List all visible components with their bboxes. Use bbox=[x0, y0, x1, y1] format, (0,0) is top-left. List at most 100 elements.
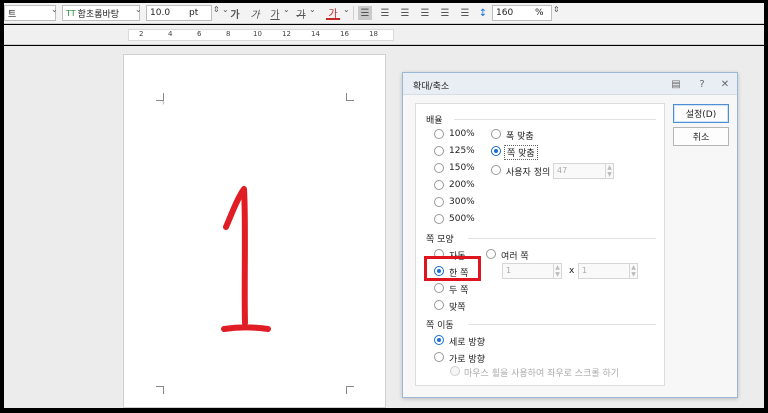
help-icon[interactable]: ? bbox=[695, 77, 709, 91]
align-distribute-icon[interactable]: ☰ bbox=[438, 6, 452, 20]
zoom-500-radio[interactable] bbox=[434, 214, 444, 224]
fit-width-radio[interactable] bbox=[491, 129, 501, 139]
dialog-titlebar: 확대/축소 ▤ ? ✕ bbox=[403, 73, 737, 95]
line-spacing-unit: % bbox=[535, 8, 544, 18]
toolbar-divider bbox=[353, 6, 354, 20]
crop-mark bbox=[156, 386, 164, 394]
move-vertical-radio[interactable] bbox=[434, 335, 444, 345]
wheel-scroll-label: 마우스 휠을 사용하여 좌우로 스크롤 하기 bbox=[464, 369, 620, 379]
close-icon[interactable]: ✕ bbox=[718, 77, 732, 91]
custom-zoom-radio[interactable] bbox=[491, 165, 501, 175]
zoom-300-radio[interactable] bbox=[434, 197, 444, 207]
zoom-125-label: 125% bbox=[449, 146, 475, 156]
style-select-value: 트 bbox=[8, 9, 17, 20]
multi-cols-input[interactable]: 1 ▲ ▼ bbox=[578, 263, 638, 279]
ruler-number: 14 bbox=[311, 30, 320, 38]
line-spacing-icon: ↕ bbox=[478, 7, 488, 19]
font-size-unit: pt bbox=[189, 8, 199, 18]
chevron-down-icon[interactable]: ⌄ bbox=[51, 5, 58, 14]
dialog-title: 확대/축소 bbox=[413, 82, 450, 92]
font-size-input[interactable]: 10.0 pt bbox=[146, 5, 212, 21]
italic-button[interactable]: 가 bbox=[248, 6, 262, 21]
strikethrough-button[interactable]: 가 bbox=[294, 6, 308, 21]
page-two-radio[interactable] bbox=[434, 283, 444, 293]
zoom-300-label: 300% bbox=[449, 197, 475, 207]
line-spacing-value: 160 bbox=[496, 8, 514, 18]
multi-times-label: x bbox=[569, 266, 575, 276]
zoom-125-radio[interactable] bbox=[434, 146, 444, 156]
align-left-icon[interactable]: ☰ bbox=[378, 6, 392, 20]
ruler-number: 16 bbox=[340, 30, 349, 38]
spinner-icon[interactable]: ▲ ▼ bbox=[605, 163, 614, 179]
document-page[interactable]: ˀ 1 bbox=[123, 54, 386, 408]
chevron-down-icon[interactable]: ⌄ bbox=[283, 5, 290, 14]
ruler-number: 4 bbox=[168, 30, 173, 38]
multi-rows-value: 1 bbox=[506, 266, 512, 275]
multi-rows-input[interactable]: 1 ▲ ▼ bbox=[502, 263, 562, 279]
ruler-number: 8 bbox=[226, 30, 231, 38]
align-center-icon[interactable]: ☰ bbox=[398, 6, 412, 20]
crop-mark bbox=[346, 93, 354, 101]
page-move-group-label: 쪽 이동 bbox=[426, 321, 454, 331]
align-divide-icon[interactable]: ☰ bbox=[458, 6, 472, 20]
align-justify-icon[interactable]: ☰ bbox=[358, 6, 372, 20]
custom-zoom-label: 사용자 정의 bbox=[506, 168, 551, 178]
group-divider bbox=[468, 238, 656, 239]
ok-button[interactable]: 설정(D) bbox=[673, 104, 729, 123]
fit-page-radio[interactable] bbox=[491, 146, 501, 156]
page-two-label: 두 쪽 bbox=[449, 286, 469, 296]
zoom-200-label: 200% bbox=[449, 180, 475, 190]
zoom-200-radio[interactable] bbox=[434, 180, 444, 190]
cancel-button[interactable]: 취소 bbox=[673, 127, 729, 146]
horizontal-ruler: 2 4 6 8 10 12 14 16 18 bbox=[4, 25, 764, 45]
font-select-value: 함초롬바탕 bbox=[77, 9, 120, 20]
wheel-scroll-radio[interactable] bbox=[450, 366, 460, 376]
align-right-icon[interactable]: ☰ bbox=[418, 6, 432, 20]
group-divider bbox=[454, 119, 656, 120]
spinner-icon[interactable]: ⇕ bbox=[213, 5, 220, 14]
line-spacing-input[interactable]: 160 % bbox=[492, 5, 552, 21]
multi-cols-value: 1 bbox=[582, 266, 588, 275]
ruler-number: 2 bbox=[139, 30, 144, 38]
chevron-down-icon[interactable]: ⌄ bbox=[135, 5, 142, 14]
chevron-down-icon[interactable]: ⌄ bbox=[343, 5, 350, 14]
zoom-100-label: 100% bbox=[449, 129, 475, 139]
font-size-value: 10.0 bbox=[150, 8, 171, 18]
crop-mark bbox=[156, 93, 164, 101]
font-type-icon: TT bbox=[66, 8, 76, 18]
ruler-number: 18 bbox=[369, 30, 378, 38]
zoom-settings-panel: 배율 100% 125% 150% 200% 300% 500% 폭 맞춤 쪽 … bbox=[415, 103, 665, 386]
ruler-number: 6 bbox=[197, 30, 202, 38]
text-caret: ˀ bbox=[162, 101, 165, 109]
style-select[interactable]: 트 bbox=[4, 5, 56, 21]
underline-button[interactable]: 가 bbox=[268, 6, 282, 21]
zoom-group-label: 배율 bbox=[426, 116, 443, 126]
ruler-number: 12 bbox=[282, 30, 291, 38]
fit-width-label: 폭 맞춤 bbox=[506, 132, 534, 142]
move-horizontal-radio[interactable] bbox=[434, 352, 444, 362]
zoom-500-label: 500% bbox=[449, 214, 475, 224]
ruler-strip: 2 4 6 8 10 12 14 16 18 bbox=[128, 29, 394, 41]
move-horizontal-label: 가로 방향 bbox=[449, 355, 485, 365]
ruler-number: 10 bbox=[253, 30, 262, 38]
spinner-icon[interactable]: ⇕ bbox=[553, 5, 560, 14]
page-facing-label: 맞쪽 bbox=[449, 303, 466, 313]
move-vertical-label: 세로 방향 bbox=[449, 338, 485, 348]
group-divider bbox=[468, 324, 656, 325]
custom-zoom-input[interactable]: 47 ▲ ▼ bbox=[553, 163, 614, 179]
bold-button[interactable]: 가 bbox=[228, 6, 242, 21]
spinner-icon[interactable]: ▲ ▼ bbox=[553, 263, 562, 279]
crop-mark bbox=[346, 386, 354, 394]
chevron-down-icon[interactable]: ⌄ bbox=[309, 5, 316, 14]
page-multi-radio[interactable] bbox=[486, 249, 496, 259]
custom-zoom-value: 47 bbox=[557, 166, 568, 175]
page-facing-radio[interactable] bbox=[434, 300, 444, 310]
dialog-info-icon[interactable]: ▤ bbox=[669, 77, 683, 91]
zoom-dialog: 확대/축소 ▤ ? ✕ 배율 100% 125% 150% 200% 300% … bbox=[402, 72, 738, 398]
font-color-button[interactable]: 가 bbox=[326, 6, 340, 20]
font-select[interactable]: TT 함초롬바탕 bbox=[62, 5, 140, 21]
spinner-icon[interactable]: ▲ ▼ bbox=[629, 263, 638, 279]
zoom-100-radio[interactable] bbox=[434, 129, 444, 139]
annotation-highlight-box bbox=[424, 256, 481, 281]
zoom-150-radio[interactable] bbox=[434, 163, 444, 173]
